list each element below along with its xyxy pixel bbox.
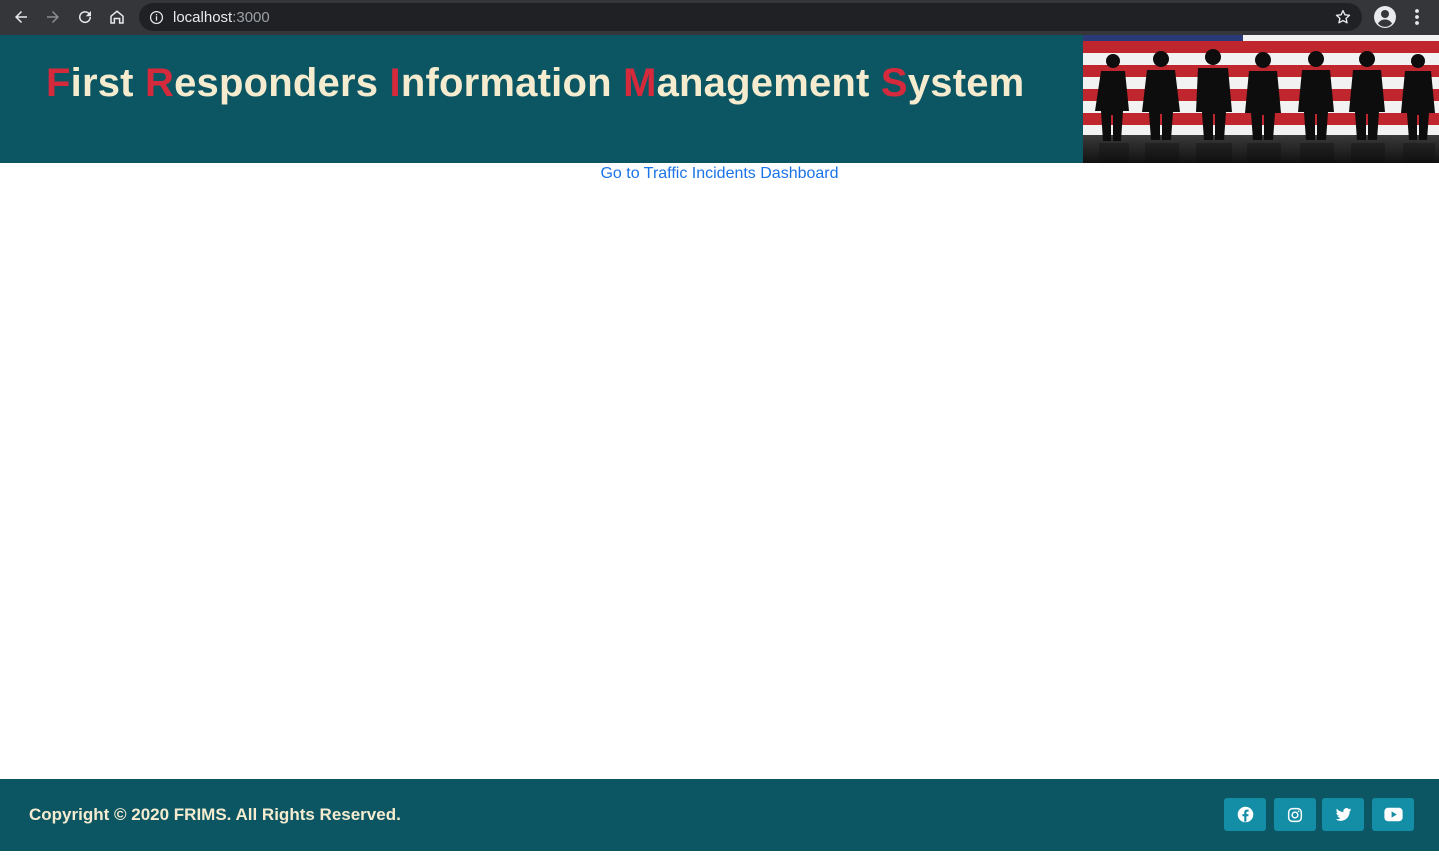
title-word: System: [881, 61, 1025, 105]
youtube-icon: [1383, 807, 1403, 822]
home-icon: [110, 10, 124, 24]
title-word: Responders: [145, 61, 378, 105]
page-bottom-edge: [0, 851, 1439, 856]
site-footer: Copyright © 2020 FRIMS. All Rights Reser…: [0, 779, 1439, 851]
profile-avatar-icon[interactable]: [1372, 4, 1398, 30]
title-initial: R: [145, 61, 175, 105]
back-button[interactable]: [8, 4, 34, 30]
site-header: First Responders Information Management …: [0, 35, 1439, 163]
title-word-rest: irst: [70, 61, 134, 105]
title-word: Information: [390, 61, 612, 105]
main-content: Go to Traffic Incidents Dashboard: [0, 165, 1439, 183]
youtube-button[interactable]: [1372, 798, 1414, 831]
url-text: localhost:3000: [173, 9, 270, 26]
arrow-right-icon: [47, 11, 59, 23]
title-word-rest: nformation: [400, 61, 612, 105]
facebook-icon: [1237, 806, 1253, 823]
url-port: :3000: [232, 9, 270, 26]
title-word-rest: ystem: [907, 61, 1025, 105]
title-word: Management: [623, 61, 870, 105]
instagram-icon: [1287, 807, 1303, 822]
copyright-text: Copyright © 2020 FRIMS. All Rights Reser…: [29, 805, 401, 824]
title-word-rest: anagement: [656, 61, 870, 105]
twitter-icon: [1335, 808, 1351, 821]
browser-toolbar: localhost:3000: [0, 0, 1439, 35]
info-icon[interactable]: [149, 10, 164, 25]
url-host: localhost: [173, 9, 233, 26]
forward-button[interactable]: [40, 4, 66, 30]
instagram-button[interactable]: [1274, 798, 1316, 831]
facebook-button[interactable]: [1224, 798, 1266, 831]
reload-icon: [79, 11, 92, 24]
reload-button[interactable]: [72, 4, 98, 30]
title-initial: F: [46, 61, 71, 105]
more-vert-icon[interactable]: [1404, 4, 1430, 30]
title-initial: M: [623, 61, 657, 105]
address-bar[interactable]: localhost:3000: [139, 3, 1362, 31]
title-initial: S: [880, 61, 908, 105]
arrow-left-icon: [15, 11, 27, 23]
twitter-button[interactable]: [1322, 798, 1364, 831]
title-word: First: [46, 61, 134, 105]
title-initial: I: [389, 61, 401, 105]
bookmark-star-icon[interactable]: [1334, 8, 1352, 26]
home-button[interactable]: [104, 4, 130, 30]
first-responders-banner-image: [1083, 35, 1439, 163]
traffic-incidents-dashboard-link[interactable]: Go to Traffic Incidents Dashboard: [600, 165, 838, 182]
site-title: First Responders Information Management …: [46, 61, 1024, 106]
title-word-rest: esponders: [174, 61, 379, 105]
